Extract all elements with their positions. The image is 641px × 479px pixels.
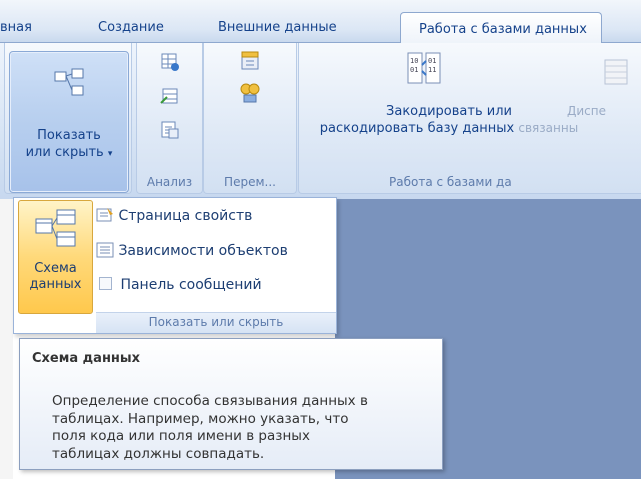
group-show-hide: Показать или скрыть ▾ — [4, 43, 132, 194]
ribbon-tab-bar: вная Создание Внешние данные Работа с ба… — [0, 0, 641, 44]
group-analyze: Анализ — [136, 43, 203, 194]
database-documenter-icon[interactable] — [159, 119, 181, 141]
relationships-button[interactable]: Схема данных — [18, 200, 93, 314]
object-dependencies-icon — [96, 242, 114, 258]
tooltip-line: таблицах. Например, можно указать, что — [52, 410, 349, 427]
relationships-label-2: данных — [29, 277, 82, 292]
show-hide-group-label: Показать или скрыть — [96, 312, 336, 333]
tab-home[interactable]: вная — [0, 20, 32, 35]
navigation-pane-edge — [0, 199, 13, 479]
tooltip-line: таблицах должны совпадать. — [52, 445, 265, 462]
group-database-tools-label: Работа с базами да — [389, 175, 512, 189]
svg-text:01: 01 — [410, 66, 418, 74]
property-sheet-icon — [96, 208, 113, 222]
group-move: Перем... — [203, 43, 297, 194]
tooltip-line: поля кода или поля имени в разных — [52, 428, 310, 444]
tab-create[interactable]: Создание — [98, 20, 164, 35]
tooltip-line: Определение способа связывания данных в — [52, 393, 368, 409]
object-dependencies-item[interactable]: Зависимости объектов — [96, 242, 288, 259]
sql-server-icon[interactable] — [238, 49, 262, 73]
split-database-icon[interactable] — [238, 81, 262, 105]
show-hide-button[interactable]: Показать или скрыть ▾ — [9, 51, 129, 193]
relationships-label-1: Схема — [34, 261, 77, 276]
linked-tables-cut-label: связанны — [518, 121, 579, 135]
show-hide-label-1: Показать — [37, 128, 101, 143]
ribbon: Показать или скрыть ▾ Анализ Перем... 10… — [0, 43, 641, 199]
property-sheet-item[interactable]: Страница свойств — [96, 207, 252, 224]
message-bar-checkbox[interactable] — [99, 277, 112, 290]
group-move-label: Перем... — [224, 175, 276, 189]
linked-table-manager-icon[interactable] — [601, 57, 631, 87]
object-dependencies-label: Зависимости объектов — [118, 243, 288, 259]
encode-decode-button[interactable]: Закодировать или раскодировать базу данн… — [299, 103, 599, 137]
linked-table-manager-label[interactable]: Диспе — [567, 103, 606, 120]
show-hide-dropdown: Схема данных Страница свойств Зависимост… — [13, 197, 337, 334]
message-bar-item[interactable]: Панель сообщений — [96, 277, 262, 293]
svg-text:10: 10 — [410, 57, 418, 65]
relationships-icon — [54, 68, 84, 96]
tab-external-data[interactable]: Внешние данные — [218, 20, 337, 35]
analyze-table-icon[interactable] — [159, 51, 181, 73]
relationships-icon-large — [35, 209, 75, 247]
encode-decode-label-2: раскодировать базу данных связанны — [319, 121, 579, 136]
tooltip-title: Схема данных — [32, 351, 141, 366]
svg-text:01: 01 — [428, 57, 436, 65]
show-hide-label-2: или скрыть ▾ — [25, 145, 113, 160]
property-sheet-label: Страница свойств — [118, 208, 253, 224]
tooltip-body: Определение способа связывания данных в … — [52, 393, 432, 463]
svg-text:11: 11 — [428, 66, 436, 74]
message-bar-label: Панель сообщений — [120, 277, 262, 293]
encode-decode-label-1: Закодировать или — [386, 104, 512, 119]
group-analyze-label: Анализ — [146, 175, 193, 189]
group-database-tools: 10 01 01 11 Закодировать или раскодирова… — [298, 43, 641, 194]
analyze-performance-icon[interactable] — [159, 85, 181, 107]
encode-decode-icon[interactable]: 10 01 01 11 — [406, 51, 442, 87]
relationships-tooltip: Схема данных Определение способа связыва… — [19, 338, 443, 470]
tab-database-tools[interactable]: Работа с базами данных — [400, 12, 602, 44]
